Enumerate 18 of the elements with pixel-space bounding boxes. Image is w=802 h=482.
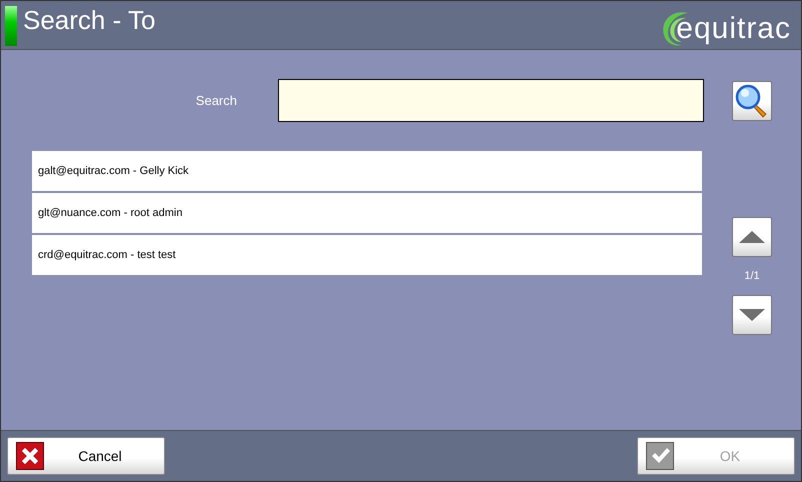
search-button[interactable] xyxy=(732,80,772,120)
cancel-icon xyxy=(16,442,44,470)
down-triangle-icon xyxy=(739,309,765,321)
result-item[interactable]: glt@nuance.com - root admin xyxy=(32,193,702,233)
status-indicator-icon xyxy=(5,6,17,46)
search-field[interactable] xyxy=(278,79,704,122)
check-icon xyxy=(646,442,674,470)
up-triangle-icon xyxy=(739,231,765,243)
result-item[interactable]: galt@equitrac.com - Gelly Kick xyxy=(32,151,702,191)
search-label: Search xyxy=(194,93,237,108)
page-down-button[interactable] xyxy=(732,295,772,335)
window-title: Search - To xyxy=(23,5,156,35)
page-indicator: 1/1 xyxy=(744,270,760,282)
cancel-button[interactable]: Cancel xyxy=(7,437,165,475)
result-item[interactable]: crd@equitrac.com - test test xyxy=(32,235,702,275)
search-icon xyxy=(735,84,769,118)
logo-text: equitrac xyxy=(676,12,791,46)
page-up-button[interactable] xyxy=(732,217,772,257)
